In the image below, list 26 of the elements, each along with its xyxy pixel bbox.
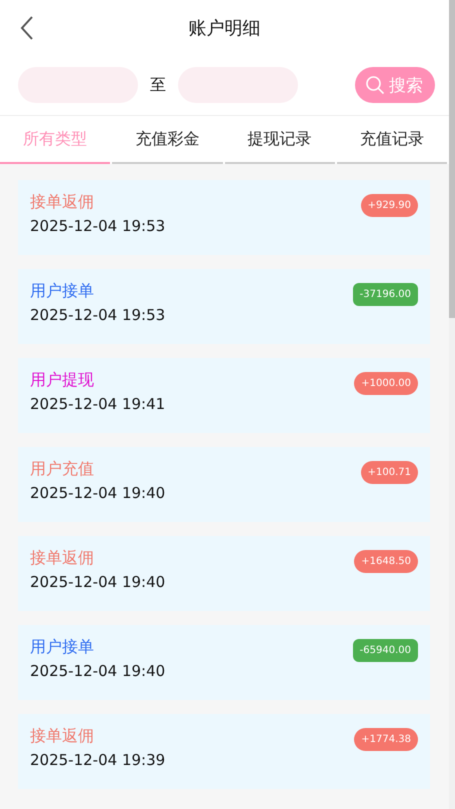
amount-badge: +1648.50	[354, 550, 418, 573]
search-icon	[365, 75, 385, 95]
record-type: 接单返佣	[30, 726, 95, 747]
record-time: 2025-12-04 19:41	[30, 395, 166, 413]
back-icon[interactable]	[20, 15, 34, 41]
amount-badge: +929.90	[360, 194, 418, 217]
record-time: 2025-12-04 19:40	[30, 662, 166, 680]
record-time: 2025-12-04 19:40	[30, 484, 166, 502]
page-title: 账户明细	[188, 16, 260, 40]
record-type: 用户接单	[30, 637, 95, 658]
record-type: 用户充值	[30, 459, 95, 480]
record-type: 接单返佣	[30, 548, 95, 569]
record-time: 2025-12-04 19:39	[30, 751, 166, 769]
scrollbar[interactable]	[449, 0, 455, 809]
date-separator: 至	[150, 74, 166, 96]
record-time: 2025-12-04 19:40	[30, 573, 166, 591]
amount-badge: +1000.00	[354, 372, 418, 395]
record-type: 用户接单	[30, 281, 95, 302]
amount-badge: -65940.00	[352, 639, 418, 662]
record-type: 用户提现	[30, 370, 95, 391]
amount-badge: -37196.00	[352, 283, 418, 306]
amount-badge: +100.71	[360, 461, 418, 484]
record-time: 2025-12-04 19:53	[30, 217, 166, 235]
record-type: 接单返佣	[30, 192, 95, 213]
record-time: 2025-12-04 19:53	[30, 306, 166, 324]
amount-badge: +1774.38	[354, 728, 418, 751]
